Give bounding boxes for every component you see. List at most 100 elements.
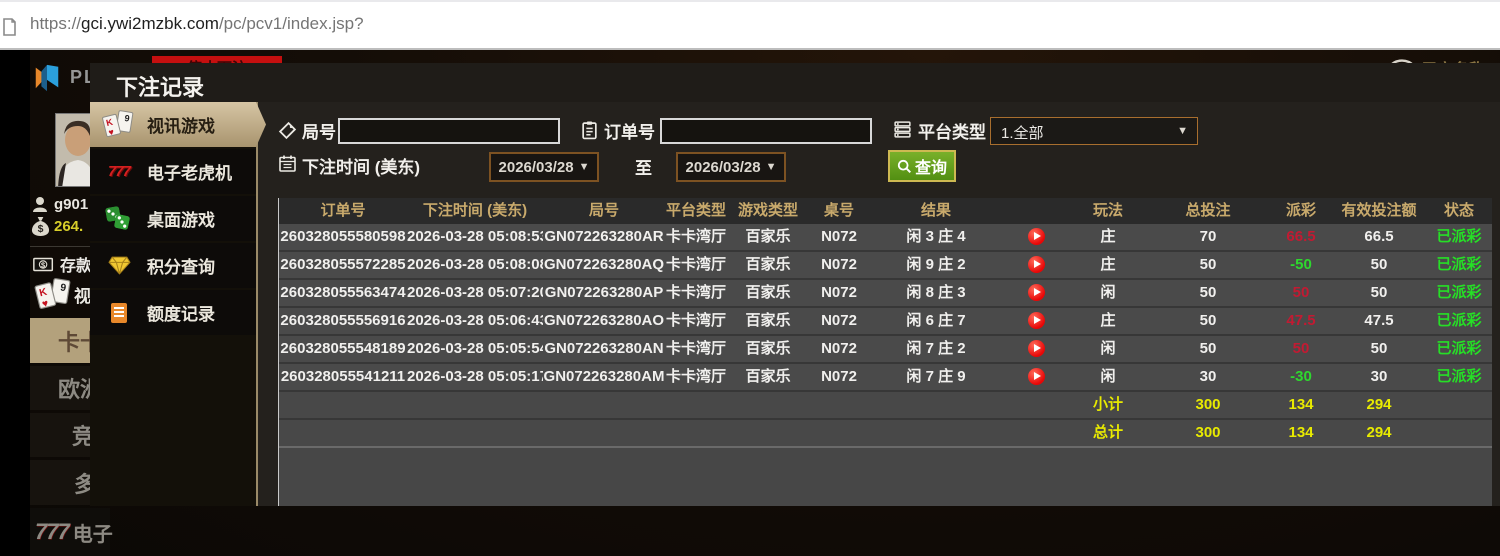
cell-play-type: 庄 [1100,228,1116,245]
cell-bet-time: 2026-03-28 05:07:20 [407,284,543,301]
round-number-input[interactable] [338,118,560,144]
replay-button[interactable] [1003,252,1069,278]
replay-button[interactable] [1003,224,1069,250]
bet-records-table: 订单号 下注时间 (美东) 局号 平台类型 游戏类型 桌号 结果 玩法 总投注 派彩 有效投注额 状态… [278,198,1492,506]
cell-order-no: 260328055541211 [280,368,406,385]
summary-empty-cell [1003,420,1069,446]
sidebar-item-points[interactable]: 积分查询 [90,243,258,288]
sidebar-item-video-games[interactable]: K ♥ 9 视讯游戏 [90,102,266,147]
url-path: /pc/pcv1/index.jsp? [218,14,364,33]
cell-game-type: 百家乐 [745,256,791,273]
url-domain: gci.ywi2mzbk.com [81,14,219,33]
summary-empty-cell [665,392,727,418]
table-header-row: 订单号 下注时间 (美东) 局号 平台类型 游戏类型 桌号 结果 玩法 总投注 派彩 有效投注额 状态 [279,198,1492,224]
cell-status: 已派彩 [1436,284,1482,301]
table-row: 260328055563474 2026-03-28 05:07:20 GN0722… [279,280,1492,308]
magnifier-icon [897,159,911,173]
cell-order-no: 260328055556916 [280,312,406,329]
slots-row[interactable]: 777 电子 [30,508,113,556]
video-games-row[interactable]: K ♥ 9 视 [34,277,91,310]
date-from-select[interactable]: 2026/03/28 [489,152,599,182]
cell-bet-time: 2026-03-28 05:08:53 [407,228,543,245]
summary-empty-cell [809,420,869,446]
replay-button[interactable] [1003,336,1069,362]
platform-type-value: 1.全部 [1001,125,1044,142]
replay-button[interactable] [1003,280,1069,306]
page-security-icon [3,18,16,36]
column-header: 结果 [920,202,951,219]
cell-total-bet: 50 [1199,312,1217,329]
sidebar-item-slots[interactable]: 777 电子老虎机 [90,149,258,194]
table-row: 260328055572285 2026-03-28 05:08:08 GN0722… [279,252,1492,280]
cell-game-type: 百家乐 [745,284,791,301]
date-to-select[interactable]: 2026/03/28 [676,152,786,182]
summary-empty-cell [279,392,407,418]
column-header: 游戏类型 [737,202,798,219]
column-header: 局号 [588,202,619,219]
cell-order-no: 260328055548189 [280,340,406,357]
cell-play-type: 庄 [1100,312,1116,329]
summary-empty-cell [869,420,1003,446]
dice-icon [100,205,138,232]
search-button[interactable]: 查询 [888,150,956,182]
sidebar-item-quota-records[interactable]: 额度记录 [90,290,258,335]
column-header: 有效投注额 [1341,202,1417,219]
url-scheme: https:// [30,14,82,33]
to-label: 至 [635,159,652,178]
cell-round-no: GN072263280AQ [543,256,665,273]
svg-text:$: $ [38,224,44,235]
cell-payout: 47.5 [1286,312,1316,329]
tag-icon [278,121,297,140]
cell-game-type: 百家乐 [745,340,791,357]
url-text[interactable]: https://gci.ywi2mzbk.com/pc/pcv1/index.j… [30,14,364,34]
platform-type-label: 平台类型 [918,123,986,142]
cell-status: 已派彩 [1436,368,1482,385]
cell-round-no: GN072263280AM [543,368,665,385]
platform-list-icon [894,121,911,138]
replay-button[interactable] [1003,364,1069,390]
cell-platform: 卡卡湾厅 [665,368,726,385]
cell-valid-bet: 50 [1370,284,1388,301]
summary-empty-cell [407,420,543,446]
search-button-label: 查询 [914,160,947,177]
summary-empty-cell [727,420,809,446]
summary-label: 小计 [1092,396,1123,413]
cell-total-bet: 50 [1199,340,1217,357]
bet-records-modal: 下注记录 K ♥ 9 视讯游戏 777 电子老虎机 桌面游戏 积分查询 额度记录… [90,63,1500,506]
cell-result: 闲 7 庄 9 [906,368,966,385]
cell-bet-time: 2026-03-28 05:08:08 [407,256,543,273]
cell-bet-time: 2026-03-28 05:05:17 [407,368,543,385]
cell-order-no: 260328055580598 [280,228,406,245]
cell-bet-time: 2026-03-28 05:05:54 [407,340,543,357]
cell-round-no: GN072263280AR [544,228,664,245]
user-icon [33,197,47,212]
playing-cards-icon: K ♥ 9 [34,277,73,310]
order-number-input[interactable] [660,118,872,144]
table-body: 260328055580598 2026-03-28 05:08:53 GN0722… [279,224,1492,448]
table-row: 260328055548189 2026-03-28 05:05:54 GN0722… [279,336,1492,364]
column-header: 平台类型 [665,202,726,219]
replay-button[interactable] [1003,308,1069,334]
deposit-button[interactable]: $ 存款 [32,252,92,276]
summary-empty-cell [1425,392,1492,418]
cell-valid-bet: 30 [1370,368,1388,385]
sidebar-item-label: 额度记录 [147,305,215,324]
playace-logo-icon [35,64,59,92]
summary-empty-cell [727,392,809,418]
sidebar-item-table-games[interactable]: 桌面游戏 [90,196,258,241]
column-header: 状态 [1443,202,1474,219]
cash-icon: $ [33,257,54,271]
cell-status: 已派彩 [1436,312,1482,329]
summary-empty-cell [1003,392,1069,418]
cell-payout: 50 [1292,284,1310,301]
cell-play-type: 闲 [1100,340,1116,357]
cell-result: 闲 8 庄 3 [906,284,966,301]
cell-total-bet: 30 [1199,368,1217,385]
browser-address-bar[interactable]: https://gci.ywi2mzbk.com/pc/pcv1/index.j… [0,0,1500,50]
cell-table-no: N072 [821,284,857,301]
order-number-label: 订单号 [604,123,655,142]
platform-type-dropdown[interactable]: 1.全部 [990,117,1198,145]
balance-value: 264. [54,218,84,235]
screen: https://gci.ywi2mzbk.com/pc/pcv1/index.j… [0,0,1500,556]
subtotal-row: 小计 300 134 294 [279,392,1492,420]
